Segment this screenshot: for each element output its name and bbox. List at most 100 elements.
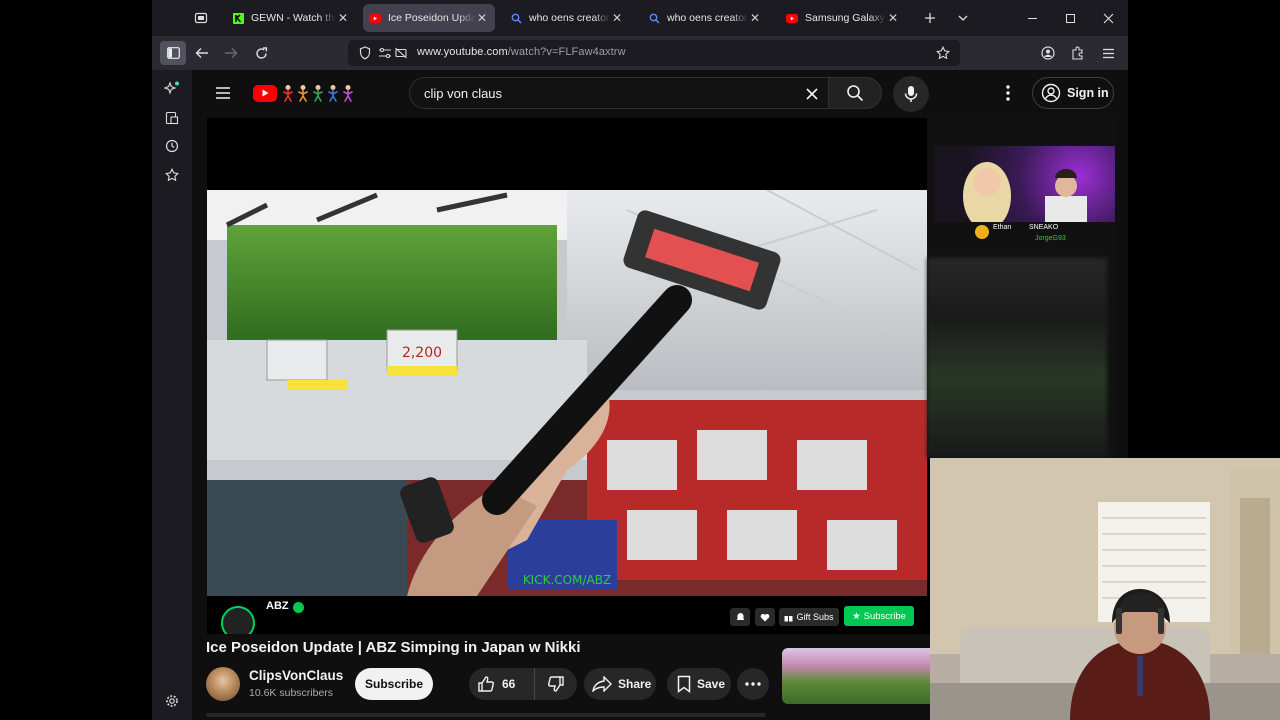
kick-icon [232, 12, 244, 24]
star-icon: ★ [852, 610, 861, 622]
close-icon[interactable]: ✕ [886, 11, 900, 25]
search-icon [648, 12, 660, 24]
save-button[interactable]: Save [667, 668, 731, 700]
stream-subscribe-label: Subscribe [863, 610, 906, 622]
bookmarks-icon[interactable] [163, 166, 181, 184]
tab-list-chevron-icon[interactable] [954, 9, 972, 27]
share-label: Share [618, 677, 652, 691]
doodle-figures-icon [281, 84, 359, 102]
like-count: 66 [502, 677, 516, 691]
search-input[interactable]: clip von claus [409, 77, 829, 109]
leaderboard: Ethan SNEAKO JorgeG93 [975, 222, 1113, 252]
tab-overview-icon[interactable] [192, 9, 210, 27]
streamer-cam-image [935, 146, 1115, 230]
streamer-name: ABZ [266, 600, 289, 612]
leaderboard-entry: JorgeG93 [1035, 235, 1066, 242]
url-text: www.youtube.com/watch?v=FLFaw4axtrw [417, 46, 626, 58]
gift-subs-label: Gift Subs [796, 612, 834, 622]
notification-bell-icon [730, 608, 750, 626]
url-bar[interactable]: www.youtube.com/watch?v=FLFaw4axtrw [348, 40, 960, 66]
url-path: /watch?v=FLFaw4axtrw [507, 46, 626, 58]
gift-subs-button: Gift Subs [779, 608, 839, 626]
thumbs-down-icon [547, 676, 564, 692]
minimize-icon[interactable] [1023, 9, 1041, 27]
search-button[interactable] [828, 77, 882, 109]
history-icon[interactable] [163, 137, 181, 155]
like-button[interactable]: 66 [469, 668, 535, 700]
guide-menu-icon[interactable] [214, 84, 232, 102]
settings-more-icon[interactable] [998, 83, 1018, 103]
kick-watermark: KICK.COM/ABZ [523, 573, 611, 587]
forward-icon[interactable] [220, 43, 242, 63]
verified-badge-icon [293, 602, 304, 613]
youtube-logo[interactable] [253, 83, 359, 103]
shield-icon[interactable] [354, 43, 376, 63]
stream-subscribe-button: ★ Subscribe [844, 606, 914, 626]
sidebar-settings-icon[interactable] [163, 692, 181, 710]
tab-title: who oens creator inc [529, 12, 610, 24]
thumbs-up-icon [478, 676, 495, 692]
close-icon[interactable]: ✕ [610, 11, 624, 25]
stream-sidebar: Ethan SNEAKO JorgeG93 [927, 118, 1115, 458]
reload-icon[interactable] [250, 43, 272, 63]
webcam-overlay-image [930, 458, 1280, 720]
blurred-chat [927, 258, 1107, 458]
channel-subscriber-count: 10.6K subscribers [249, 687, 334, 699]
more-actions-icon[interactable] [737, 668, 769, 700]
app-menu-icon[interactable] [1097, 43, 1119, 63]
sign-in-button[interactable]: Sign in [1032, 77, 1114, 109]
gift-icon [784, 615, 793, 621]
search-icon [510, 12, 522, 24]
window-close-icon[interactable] [1099, 9, 1117, 27]
synced-tabs-icon[interactable] [163, 109, 181, 127]
youtube-icon [369, 12, 381, 24]
close-icon[interactable]: ✕ [475, 11, 489, 25]
price-tag: 2,200 [402, 345, 442, 361]
tab-strip: GEWN - Watch the V ✕ Ice Poseidon Update… [152, 0, 1128, 36]
share-icon [592, 676, 612, 692]
microphone-icon [904, 86, 918, 102]
tab-title: Ice Poseidon Update [388, 12, 475, 24]
recommended-video-thumbnail[interactable] [782, 648, 950, 704]
avatar[interactable] [206, 667, 240, 701]
sidebar-toggle-icon[interactable] [160, 41, 186, 65]
save-label: Save [697, 677, 726, 691]
tab-title: GEWN - Watch the V [251, 12, 336, 24]
store-scene-image: 2,200 KICK.COM/ABZ [207, 190, 927, 596]
account-icon[interactable] [1037, 43, 1059, 63]
youtube-play-icon [253, 84, 277, 102]
browser-sidebar [152, 70, 192, 720]
dislike-button[interactable] [535, 675, 577, 693]
video-frame[interactable]: 2,200 KICK.COM/ABZ [207, 190, 927, 596]
clear-search-icon[interactable] [801, 83, 823, 105]
leaderboard-entry: Ethan [993, 224, 1012, 231]
bookmark-icon [677, 675, 691, 693]
close-icon[interactable]: ✕ [748, 11, 762, 25]
video-title: Ice Poseidon Update | ABZ Simping in Jap… [206, 639, 581, 656]
tab-ice-poseidon[interactable]: Ice Poseidon Update ✕ [363, 4, 495, 32]
new-tab-icon[interactable] [921, 9, 939, 27]
tab-search-1[interactable]: who oens creator inc ✕ [504, 4, 630, 32]
tab-title: Samsung Galaxy S26 [805, 12, 886, 24]
tab-samsung[interactable]: Samsung Galaxy S26 ✕ [780, 4, 906, 32]
avatar [221, 606, 255, 634]
close-icon[interactable]: ✕ [336, 11, 350, 25]
description-box-edge [206, 713, 766, 717]
back-icon[interactable] [191, 43, 213, 63]
bookmark-star-icon[interactable] [932, 43, 954, 63]
youtube-icon [786, 12, 798, 24]
channel-name[interactable]: ClipsVonClaus [249, 668, 343, 683]
subscribe-button[interactable]: Subscribe [355, 668, 433, 700]
stream-footer: ABZ Gift Subs ★ Subscribe [207, 596, 927, 634]
tab-gewn[interactable]: GEWN - Watch the V ✕ [226, 4, 356, 32]
youtube-header: clip von claus Sign in [192, 70, 1128, 116]
media-blocked-icon[interactable] [390, 43, 412, 63]
extensions-icon[interactable] [1067, 43, 1089, 63]
maximize-icon[interactable] [1061, 9, 1079, 27]
sign-in-label: Sign in [1067, 86, 1109, 100]
tab-search-2[interactable]: who oens creator inc ✕ [642, 4, 768, 32]
url-host: www.youtube.com [417, 46, 508, 58]
voice-search-button[interactable] [893, 76, 929, 112]
ai-chatbot-icon[interactable] [163, 80, 181, 98]
share-button[interactable]: Share [584, 668, 656, 700]
